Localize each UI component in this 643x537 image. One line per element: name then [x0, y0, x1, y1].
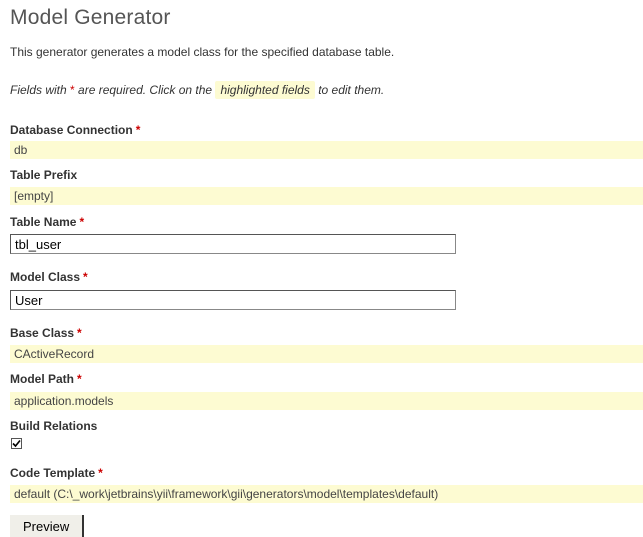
database-connection-field[interactable]: db: [10, 141, 643, 159]
required-marker: *: [83, 270, 88, 284]
model-path-field[interactable]: application.models: [10, 392, 643, 410]
hint-text-after: to edit them.: [318, 83, 385, 97]
code-template-field[interactable]: default (C:\_work\jetbrains\yii\framewor…: [10, 485, 643, 503]
required-marker: *: [77, 326, 82, 340]
build-relations-label: Build Relations: [10, 419, 98, 433]
required-marker: *: [98, 466, 103, 480]
base-class-field[interactable]: CActiveRecord: [10, 345, 643, 363]
database-connection-label: Database Connection *: [10, 123, 140, 137]
database-connection-label-text: Database Connection: [10, 123, 133, 137]
model-class-label-text: Model Class: [10, 270, 81, 284]
preview-button[interactable]: Preview: [10, 515, 85, 537]
checkmark-icon: [12, 439, 21, 448]
build-relations-checkbox[interactable]: [11, 438, 22, 449]
intro-text: This generator generates a model class f…: [10, 45, 395, 59]
required-marker: *: [77, 372, 82, 386]
hint-text: Fields with * are required. Click on the…: [10, 81, 385, 99]
base-class-label: Base Class *: [10, 326, 82, 340]
required-marker: *: [135, 123, 141, 137]
model-class-label: Model Class *: [10, 270, 88, 284]
base-class-label-text: Base Class: [10, 326, 75, 340]
highlighted-fields-sample: highlighted fields: [215, 81, 315, 99]
table-prefix-field[interactable]: [empty]: [10, 187, 643, 205]
code-template-label: Code Template *: [10, 466, 103, 480]
table-name-label-text: Table Name: [10, 215, 77, 229]
table-name-label: Table Name *: [10, 215, 84, 229]
model-path-label-text: Model Path: [10, 372, 75, 386]
table-name-input[interactable]: [10, 234, 456, 254]
required-marker: *: [79, 215, 85, 229]
hint-text-middle: are required. Click on the: [74, 83, 216, 97]
model-class-input[interactable]: [10, 290, 456, 310]
page-title: Model Generator: [10, 6, 171, 29]
hint-text-before: Fields with: [10, 83, 71, 97]
code-template-label-text: Code Template: [10, 466, 96, 480]
table-prefix-label: Table Prefix: [10, 168, 78, 182]
model-path-label: Model Path *: [10, 372, 82, 386]
